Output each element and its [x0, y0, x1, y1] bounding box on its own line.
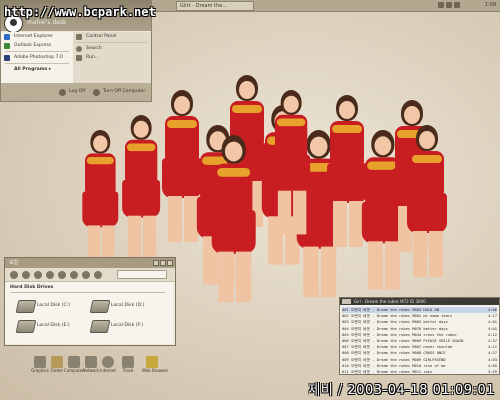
- dock-item-internet[interactable]: Internet: [98, 356, 118, 374]
- group-header: Hard Disk Drives: [10, 285, 54, 290]
- track-title: 오렌지 바운 - Dream the rubec M011 rain: [350, 369, 433, 374]
- desktop-dock: Graphics Folder Computer Network Interne…: [30, 356, 170, 396]
- logoff-button[interactable]: Log Off: [59, 88, 85, 96]
- home-icon[interactable]: [58, 271, 66, 279]
- search-icon: [76, 46, 82, 52]
- track-number: 008: [342, 351, 349, 356]
- track-title: 오렌지 바운 - Dream the rubec M044 cross the …: [350, 332, 457, 337]
- hard-disk-icon: [15, 320, 37, 333]
- tray-icon[interactable]: [454, 2, 460, 8]
- browser-icon: [146, 356, 158, 368]
- globe-icon: [102, 356, 114, 368]
- tray-icon[interactable]: [438, 2, 444, 8]
- track-title: 오렌지 바운 - Dream the rubec M002 mt name te…: [350, 314, 453, 319]
- track-title: 오렌지 바운 - Dream the rubec M007 never shou…: [350, 345, 453, 350]
- track-number: 009: [342, 357, 349, 362]
- hard-disk-icon: [89, 300, 111, 313]
- outlook-express-icon: [4, 43, 10, 49]
- photoshop-icon: [4, 55, 10, 61]
- track-title: 오렌지 바운 - Dream the rubec M003 HOLD ON: [350, 308, 439, 312]
- menu-separator: [5, 63, 69, 64]
- computer-icon: [68, 356, 80, 368]
- menu-item-outlook-express[interactable]: Outlook Express: [1, 41, 73, 50]
- drive-d[interactable]: Local Disk (D:): [89, 300, 144, 313]
- up-icon[interactable]: [34, 271, 42, 279]
- window-toolbar: [5, 268, 175, 282]
- taskbar-clock[interactable]: 1:09: [485, 1, 496, 10]
- network-icon: [85, 356, 97, 368]
- close-icon[interactable]: [167, 260, 173, 266]
- all-programs-button[interactable]: All Programs ▸: [1, 65, 73, 74]
- folder-icon: [51, 356, 63, 368]
- taskbar: Gilrt - Dream the... 1:09: [150, 0, 500, 12]
- drive-e[interactable]: Local Disk (E:): [15, 320, 70, 333]
- folders-icon[interactable]: [82, 271, 90, 279]
- trash-icon: [122, 356, 134, 368]
- file-explorer-window: 로컬 Hard Disk Drives Local Disk (C:) Loca…: [4, 257, 176, 346]
- start-menu-footer: Log Off Turn Off Computer: [1, 83, 151, 101]
- date-time-overlay: 제비 / 2003-04-18 01:09:01: [308, 383, 495, 398]
- hard-disk-icon: [89, 320, 111, 333]
- playlist: 001 오렌지 바운 - Dream the rubec M003 HOLD O…: [342, 307, 497, 375]
- menu-item-control-panel[interactable]: Control Panel: [73, 32, 151, 41]
- system-tray: [436, 2, 460, 10]
- track-number: 011: [342, 369, 349, 374]
- run-icon: [76, 55, 82, 61]
- track-title: 오렌지 바운 - Dream the rubec M003 better day…: [350, 320, 448, 325]
- track-number: 006: [342, 338, 349, 343]
- control-panel-icon: [76, 34, 82, 40]
- track-title: 오렌지 바운 - Dream the rubec M010 rise of me: [350, 363, 446, 368]
- menu-item-run[interactable]: Run...: [73, 53, 151, 62]
- playlist-titlebar[interactable]: Girl - Dream the rubec M72 ID 3000: [340, 298, 499, 305]
- track-title: 오렌지 바운 - Dream the rubec M008 CROSS ONCE: [350, 351, 446, 356]
- tray-icon[interactable]: [446, 2, 452, 8]
- track-number: 010: [342, 363, 349, 368]
- track-title: 오렌지 바운 - Dream the rubec M009 GIRLFRIEND: [350, 357, 446, 362]
- track-duration: 3:59: [488, 369, 497, 374]
- drive-f[interactable]: Local Disk (F:): [89, 320, 143, 333]
- drive-c[interactable]: Local Disk (C:): [15, 300, 70, 313]
- menu-item-internet-explorer[interactable]: Internet Explorer: [1, 32, 73, 41]
- track-number: 002: [342, 314, 349, 319]
- power-icon: [93, 89, 100, 96]
- forward-icon[interactable]: [22, 271, 30, 279]
- maximize-icon[interactable]: [160, 260, 166, 266]
- dock-item-browser[interactable]: Web Browser: [142, 356, 168, 374]
- menu-item-photoshop[interactable]: Adobe Photoshop 7.0: [1, 53, 73, 62]
- menu-item-search[interactable]: Search: [73, 44, 151, 53]
- start-menu-pinned: Internet Explorer Outlook Express Adobe …: [1, 32, 73, 83]
- track-number: 003: [342, 320, 349, 325]
- minimize-icon[interactable]: [153, 260, 159, 266]
- track-title: 오렌지 바운 - Dream the rubec M009 PLEASE SMI…: [350, 338, 464, 343]
- views-icon[interactable]: [94, 271, 102, 279]
- site-watermark: http://www.bcpark.net: [4, 5, 156, 19]
- graphics-icon: [34, 356, 46, 368]
- refresh-icon[interactable]: [46, 271, 54, 279]
- address-bar[interactable]: [117, 270, 167, 279]
- internet-explorer-icon: [4, 34, 10, 40]
- window-content: Hard Disk Drives Local Disk (C:) Local D…: [5, 282, 173, 344]
- start-menu-system: Control Panel Search Run...: [73, 32, 151, 83]
- window-titlebar[interactable]: 로컬: [5, 258, 175, 268]
- turnoff-button[interactable]: Turn Off Computer: [93, 88, 145, 96]
- back-icon[interactable]: [10, 271, 18, 279]
- menu-separator: [5, 51, 69, 52]
- playlist-row[interactable]: 011 오렌지 바운 - Dream the rubec M011 rain 3:…: [342, 369, 497, 375]
- search-icon[interactable]: [70, 271, 78, 279]
- track-number: 004: [342, 326, 349, 331]
- hard-disk-icon: [15, 300, 37, 313]
- dock-item-trash[interactable]: Trash: [118, 356, 138, 374]
- taskbar-task-button[interactable]: Gilrt - Dream the...: [176, 1, 254, 11]
- media-playlist-window: Girl - Dream the rubec M72 ID 3000 001 오…: [339, 297, 500, 375]
- menu-separator: [77, 42, 147, 43]
- logoff-icon: [59, 89, 66, 96]
- track-number: 007: [342, 345, 349, 350]
- track-title: 오렌지 바운 - Dream the rubec M070 better day…: [350, 326, 448, 331]
- group-divider: [10, 292, 165, 293]
- track-number: 005: [342, 332, 349, 337]
- user-name: mahei's desk: [27, 19, 67, 26]
- track-number: 001: [342, 308, 349, 312]
